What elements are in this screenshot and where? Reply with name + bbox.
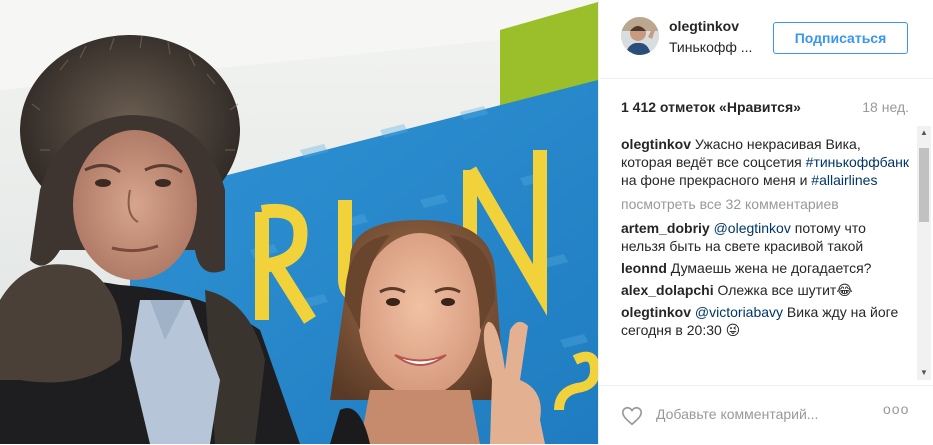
- follow-button[interactable]: Подписаться: [773, 22, 908, 54]
- caption-username[interactable]: olegtinkov: [621, 136, 691, 152]
- avatar-image: [621, 17, 659, 55]
- comment-composer: Добавьте комментарий... ooo: [599, 385, 933, 445]
- comment-item: artem_dobriy @olegtinkov потому что нель…: [621, 219, 911, 255]
- heart-icon[interactable]: [621, 405, 643, 427]
- instagram-post: olegtinkov Тинькофф ... Подписаться 1 41…: [0, 0, 933, 444]
- avatar[interactable]: [621, 17, 659, 55]
- header-username[interactable]: olegtinkov: [669, 18, 739, 34]
- likes-count[interactable]: 1 412 отметок «Нравится»: [621, 99, 801, 115]
- scroll-up-icon[interactable]: ▲: [917, 126, 931, 140]
- comment-item: olegtinkov @victoriabavy Вика жду на йог…: [621, 303, 911, 339]
- hashtag-link[interactable]: #тинькоффбанк: [806, 154, 909, 170]
- post-age[interactable]: 18 нед.: [862, 99, 909, 115]
- comments-scrollbar[interactable]: ▲ ▼: [917, 126, 931, 380]
- caption: olegtinkov Ужасно некрасивая Вика, котор…: [621, 135, 911, 189]
- add-comment-input[interactable]: Добавьте комментарий...: [656, 406, 818, 422]
- comment-item: alex_dolapchi Олежка все шутит😂: [621, 281, 911, 299]
- comment-username[interactable]: alex_dolapchi: [621, 282, 714, 298]
- comment-text: Олежка все шутит😂: [717, 282, 853, 298]
- post-sidebar: olegtinkov Тинькофф ... Подписаться 1 41…: [598, 0, 933, 444]
- header-location[interactable]: Тинькофф ...: [669, 39, 752, 55]
- comment-username[interactable]: leonnd: [621, 260, 667, 276]
- post-header: olegtinkov Тинькофф ... Подписаться: [599, 0, 933, 79]
- mention-link[interactable]: @olegtinkov: [714, 220, 791, 236]
- scroll-down-icon[interactable]: ▼: [917, 366, 931, 380]
- comment-item: leonnd Думаешь жена не догадается?: [621, 259, 911, 277]
- comment-username[interactable]: artem_dobriy: [621, 220, 710, 236]
- view-all-comments-link[interactable]: посмотреть все 32 комментариев: [621, 195, 911, 213]
- caption-text-middle: на фоне прекрасного меня и: [621, 172, 812, 188]
- more-options-icon[interactable]: ooo: [883, 401, 909, 417]
- comment-username[interactable]: olegtinkov: [621, 304, 691, 320]
- post-photo[interactable]: [0, 0, 598, 444]
- comment-text: Думаешь жена не догадается?: [670, 260, 872, 276]
- mention-link[interactable]: @victoriabavy: [695, 304, 783, 320]
- hashtag-link[interactable]: #allairlines: [811, 172, 877, 188]
- scrollbar-thumb[interactable]: [919, 148, 929, 222]
- likes-row: 1 412 отметок «Нравится» 18 нед.: [621, 99, 911, 115]
- comments-list: olegtinkov Ужасно некрасивая Вика, котор…: [621, 135, 911, 383]
- selfie-image: [0, 0, 598, 444]
